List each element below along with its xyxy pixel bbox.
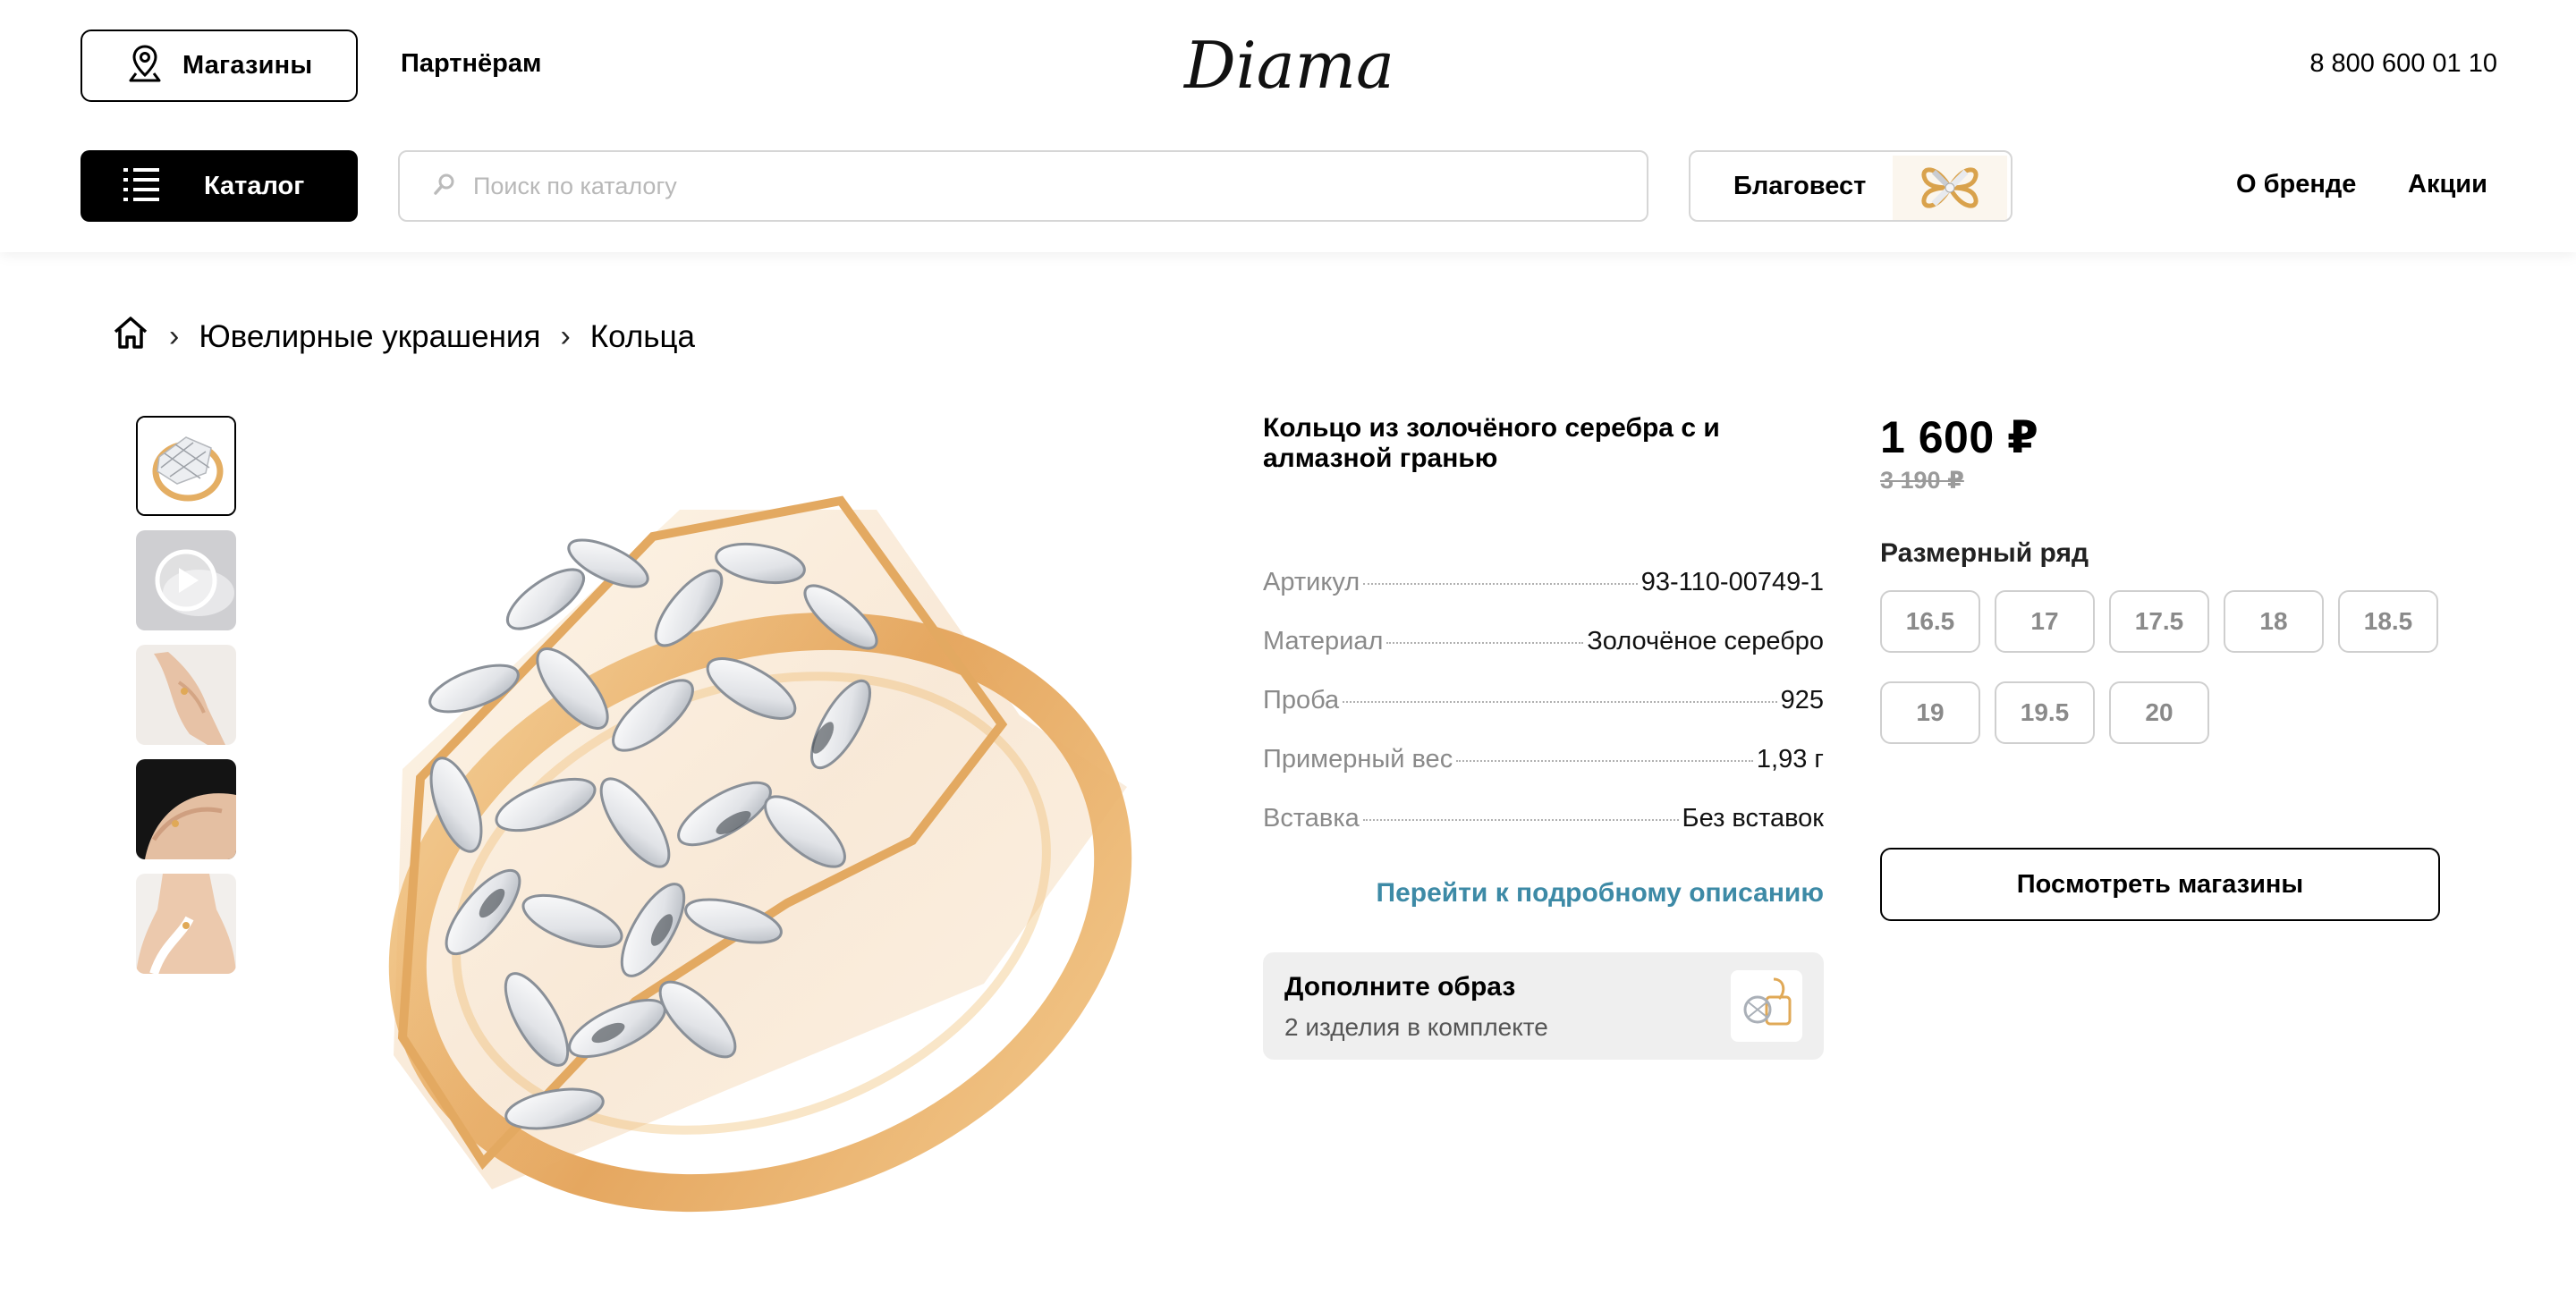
see-stores-button[interactable]: Посмотреть магазины [1880,848,2440,921]
search-icon [432,172,457,201]
spec-key: Материал [1263,627,1384,655]
chevron-right-icon: › [169,319,180,353]
product-title: Кольцо из золочёного серебра с и алмазно… [1263,413,1720,473]
search-input[interactable] [473,172,1546,200]
thumbnail-ring[interactable] [136,416,236,516]
size-option[interactable]: 18.5 [2338,590,2438,653]
detailed-description-link[interactable]: Перейти к подробному описанию [1263,878,1824,909]
catalog-label: Каталог [204,171,305,200]
spec-value: 1,93 г [1756,745,1824,774]
spec-row-purity: Проба 925 [1263,686,1824,745]
breadcrumb: › Ювелирные украшения › Кольца [112,315,695,359]
spec-key: Проба [1263,686,1340,714]
thumbnail-list [136,416,236,988]
breadcrumb-jewelry[interactable]: Ювелирные украшения [199,319,540,355]
old-price: 3 190 ₽ [1880,467,1964,494]
spec-row-weight: Примерный вес 1,93 г [1263,745,1824,804]
search-bar[interactable] [398,150,1648,222]
catalog-button[interactable]: Каталог [80,150,358,222]
complement-subtitle: 2 изделия в комплекте [1284,1013,1548,1041]
size-selector: 16.5 17 17.5 18 18.5 19 19.5 20 [1880,590,2453,744]
sizes-title: Размерный ряд [1880,538,2089,568]
spec-row-insert: Вставка Без вставок [1263,804,1824,863]
spec-value: Золочёное серебро [1587,627,1824,655]
spec-value: Без вставок [1682,804,1824,833]
current-price: 1 600 ₽ [1880,412,2039,462]
size-option[interactable]: 16.5 [1880,590,1980,653]
spec-row-material: Материал Золочёное серебро [1263,627,1824,686]
complete-the-look-card[interactable]: Дополните образ 2 изделия в комплекте [1263,952,1824,1060]
map-pin-icon [127,44,163,88]
size-option[interactable]: 17.5 [2109,590,2209,653]
size-option[interactable]: 19 [1880,681,1980,744]
stores-label: Магазины [182,51,313,80]
spec-value: 925 [1780,686,1824,714]
breadcrumb-rings[interactable]: Кольца [590,319,695,355]
earrings-thumbnail [1731,970,1802,1042]
thumbnail-neck-model[interactable] [136,874,236,974]
spec-key: Примерный вес [1263,745,1453,774]
site-header: Магазины Партнёрам Diamant 8 800 600 01 … [0,0,2576,252]
size-option[interactable]: 17 [1995,590,2095,653]
thumbnail-video[interactable] [136,530,236,630]
nav-about-brand[interactable]: О бренде [2236,170,2356,199]
product-main-image[interactable] [340,483,1145,1270]
stores-button[interactable]: Магазины [80,30,358,102]
spec-value: 93-110-00749-1 [1640,568,1824,596]
phone-number[interactable]: 8 800 600 01 10 [2236,49,2497,79]
spec-row-article: Артикул 93-110-00749-1 [1263,568,1824,627]
spec-key: Вставка [1263,804,1360,833]
home-icon[interactable] [112,315,149,359]
size-option[interactable]: 20 [2109,681,2209,744]
complement-title: Дополните образ [1284,972,1516,1002]
size-option[interactable]: 19.5 [1995,681,2095,744]
thumbnail-shoulder-model[interactable] [136,759,236,859]
cross-pendant-image [1893,156,2007,220]
nav-sales[interactable]: Акции [2408,170,2487,199]
spec-key: Артикул [1263,568,1360,596]
product-specs: Артикул 93-110-00749-1 Материал Золочёное … [1263,568,1824,863]
promo-blagovest-button[interactable]: Благовест [1689,150,2012,222]
logo-text: Diamant [1182,28,1395,103]
promo-label: Благовест [1733,171,1867,200]
size-option[interactable]: 18 [2224,590,2324,653]
menu-list-icon [122,165,161,208]
thumbnail-hand-model[interactable] [136,645,236,745]
partners-link[interactable]: Партнёрам [401,49,541,79]
diamant-logo[interactable]: Diamant [1181,16,1462,106]
chevron-right-icon: › [560,319,571,353]
